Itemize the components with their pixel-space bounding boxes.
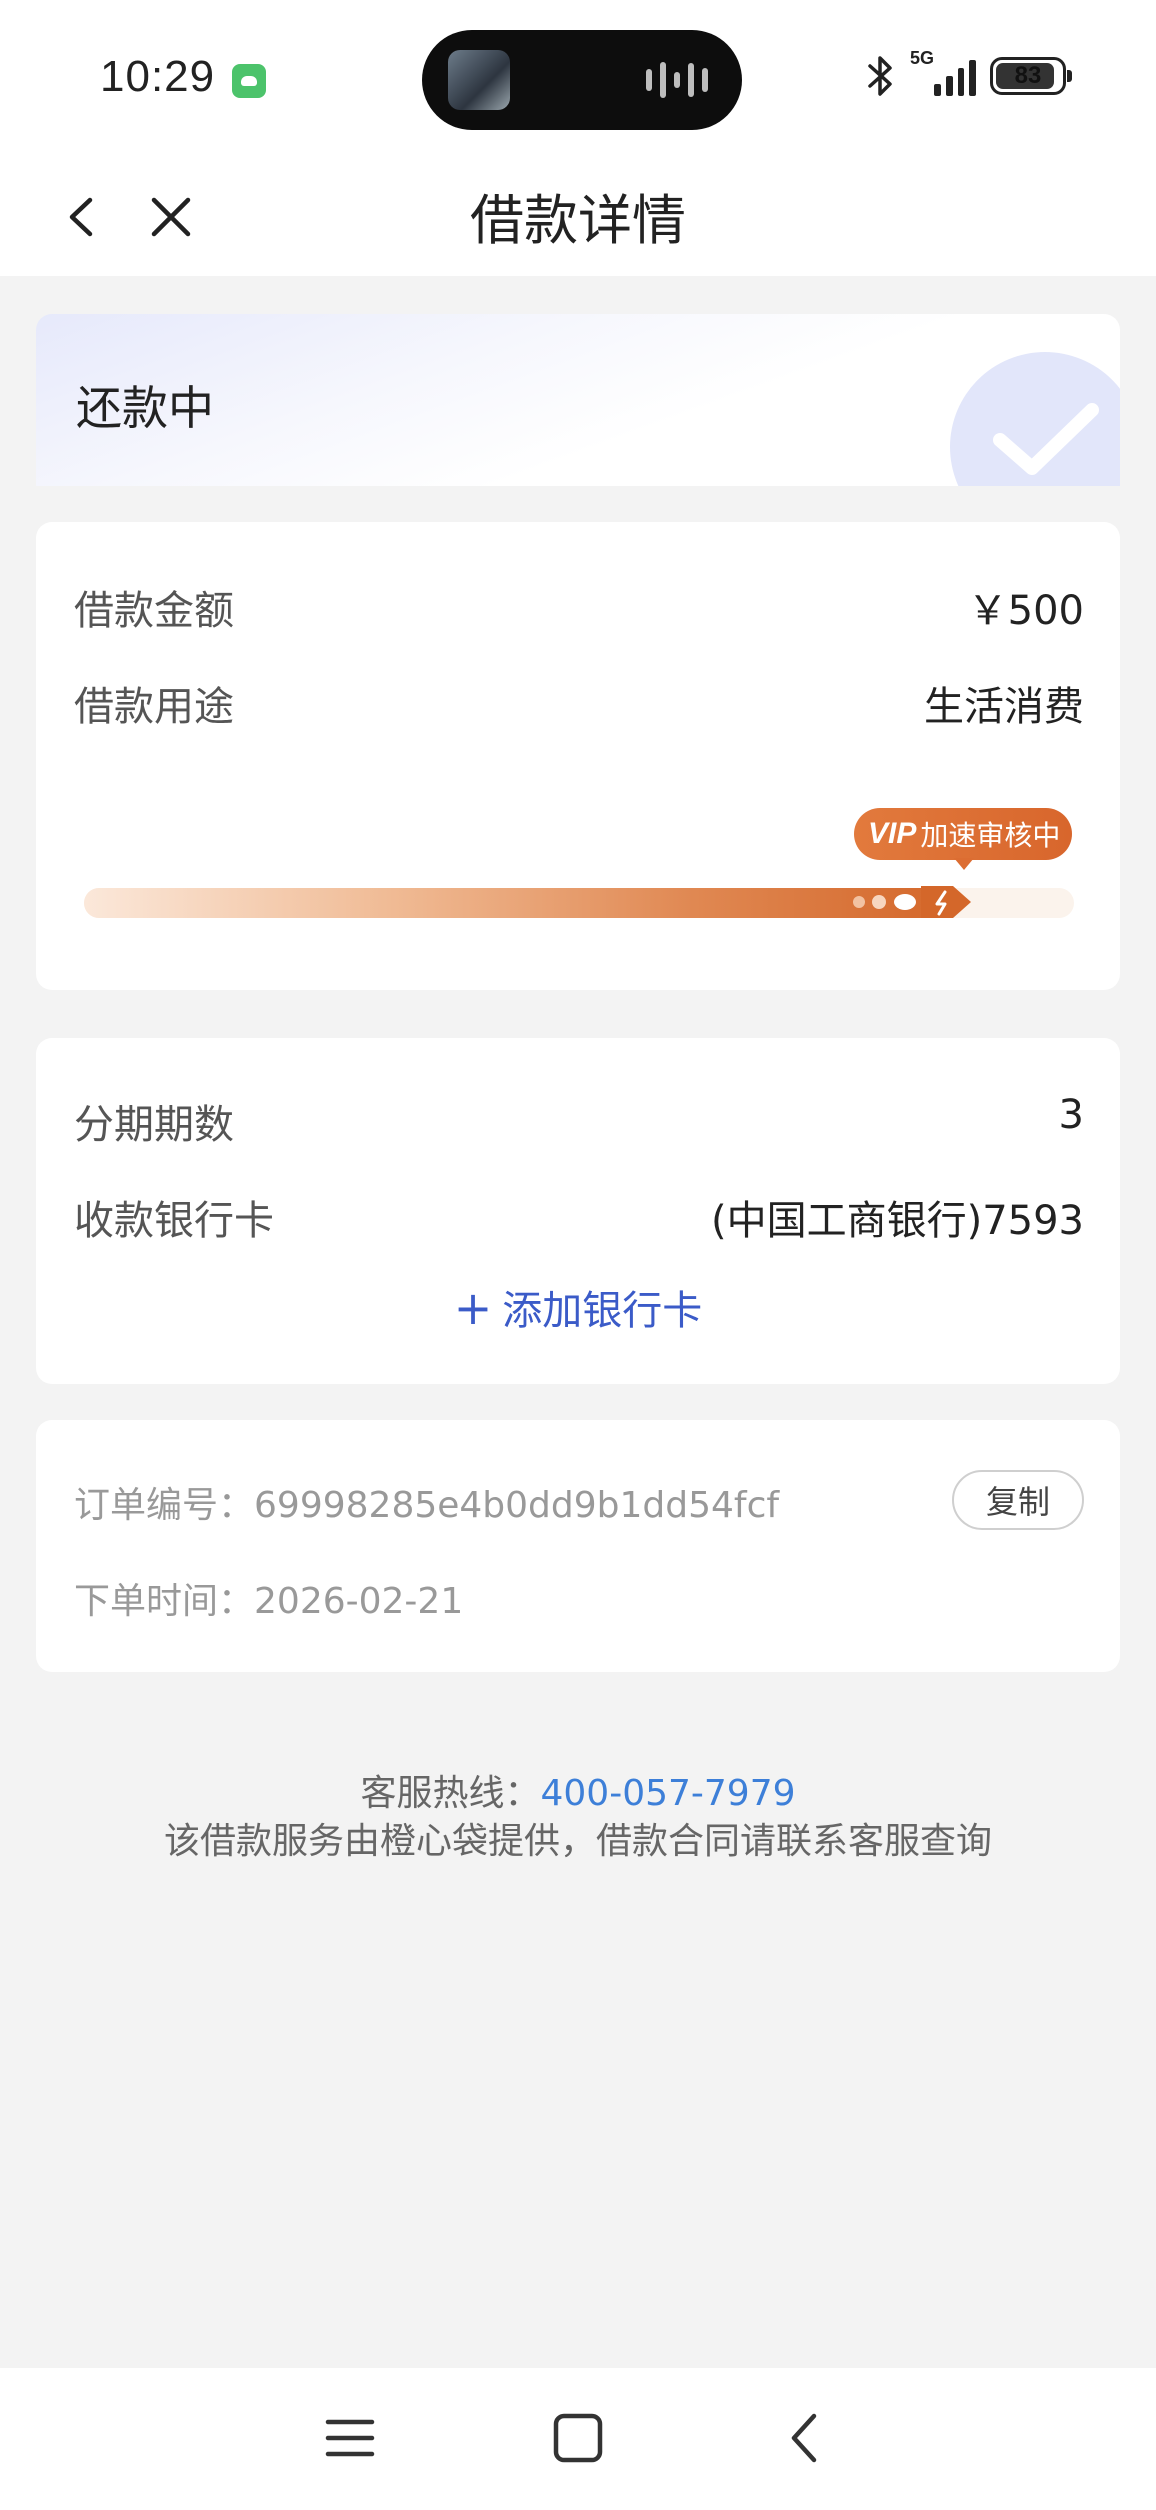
hotline-link[interactable]: 400-057-7979 xyxy=(540,1773,795,1814)
loan-info-card: 借款金额 ￥500 借款用途 生活消费 VIP 加速审核中 xyxy=(36,522,1120,990)
bluetooth-icon xyxy=(868,56,892,96)
media-thumbnail xyxy=(448,50,510,110)
status-bar: 10:29 5G 83 xyxy=(0,0,1156,160)
purpose-label: 借款用途 xyxy=(74,684,234,730)
add-bank-card-button[interactable]: + 添加银行卡 xyxy=(36,1278,1120,1336)
vip-mark: VIP xyxy=(868,817,917,850)
amount-value: ￥500 xyxy=(967,588,1084,634)
order-number-value: 69998285e4b0dd9b1dd54fcf xyxy=(254,1485,780,1526)
home-icon[interactable] xyxy=(548,2408,608,2468)
order-card: 订单编号：69998285e4b0dd9b1dd54fcf 复制 下单时间：20… xyxy=(36,1420,1120,1672)
order-number-label: 订单编号： xyxy=(74,1485,255,1526)
check-icon xyxy=(950,352,1120,486)
hotline-row: 客服热线：400-057-7979 xyxy=(0,1770,1156,1818)
nav-bar: 借款详情 xyxy=(0,160,1156,276)
loan-status-label: 还款中 xyxy=(76,381,214,435)
hotline-label: 客服热线： xyxy=(360,1773,541,1814)
purpose-value: 生活消费 xyxy=(924,684,1084,730)
progress-fill xyxy=(84,888,955,918)
network-type: 5G xyxy=(910,48,935,68)
vip-badge: VIP 加速审核中 xyxy=(854,808,1072,870)
battery-level: 83 xyxy=(1014,62,1042,89)
service-note: 该借款服务由橙心袋提供，借款合同请联系客服查询 xyxy=(163,1821,992,1862)
periods-value: 3 xyxy=(1058,1092,1084,1138)
order-time-value: 2026-02-21 xyxy=(254,1581,464,1622)
signal-icon: 5G xyxy=(910,48,976,96)
audio-wave-icon xyxy=(646,60,708,100)
app-notification-icon xyxy=(232,64,266,98)
status-time: 10:29 xyxy=(100,52,216,101)
order-time: 下单时间：2026-02-21 xyxy=(74,1572,463,1624)
amount-label: 借款金额 xyxy=(74,588,234,634)
battery-icon: 83 xyxy=(990,57,1072,95)
footer: 客服热线：400-057-7979 该借款服务由橙心袋提供，借款合同请联系客服查… xyxy=(0,1770,1156,1866)
order-time-label: 下单时间： xyxy=(74,1581,255,1622)
add-bank-card-label: 添加银行卡 xyxy=(502,1288,703,1334)
system-back-icon[interactable] xyxy=(776,2408,836,2468)
vip-status-text: 加速审核中 xyxy=(920,819,1061,852)
plus-icon: + xyxy=(453,1281,493,1335)
copy-button[interactable]: 复制 xyxy=(952,1470,1084,1530)
bank-card-value: (中国工商银行)7593 xyxy=(710,1198,1084,1244)
status-indicators: 5G 83 xyxy=(864,48,1072,98)
system-nav-bar xyxy=(0,2368,1156,2510)
bank-card-label: 收款银行卡 xyxy=(74,1198,274,1244)
order-number: 订单编号：69998285e4b0dd9b1dd54fcf xyxy=(74,1476,779,1528)
page-title: 借款详情 xyxy=(470,189,686,252)
dynamic-island[interactable] xyxy=(422,30,742,130)
loan-status-card: 还款中 xyxy=(36,314,1120,486)
repayment-card: 分期期数 3 收款银行卡 (中国工商银行)7593 + 添加银行卡 xyxy=(36,1038,1120,1384)
menu-icon[interactable] xyxy=(320,2408,380,2468)
rocket-icon xyxy=(853,886,971,918)
periods-label: 分期期数 xyxy=(74,1102,234,1148)
